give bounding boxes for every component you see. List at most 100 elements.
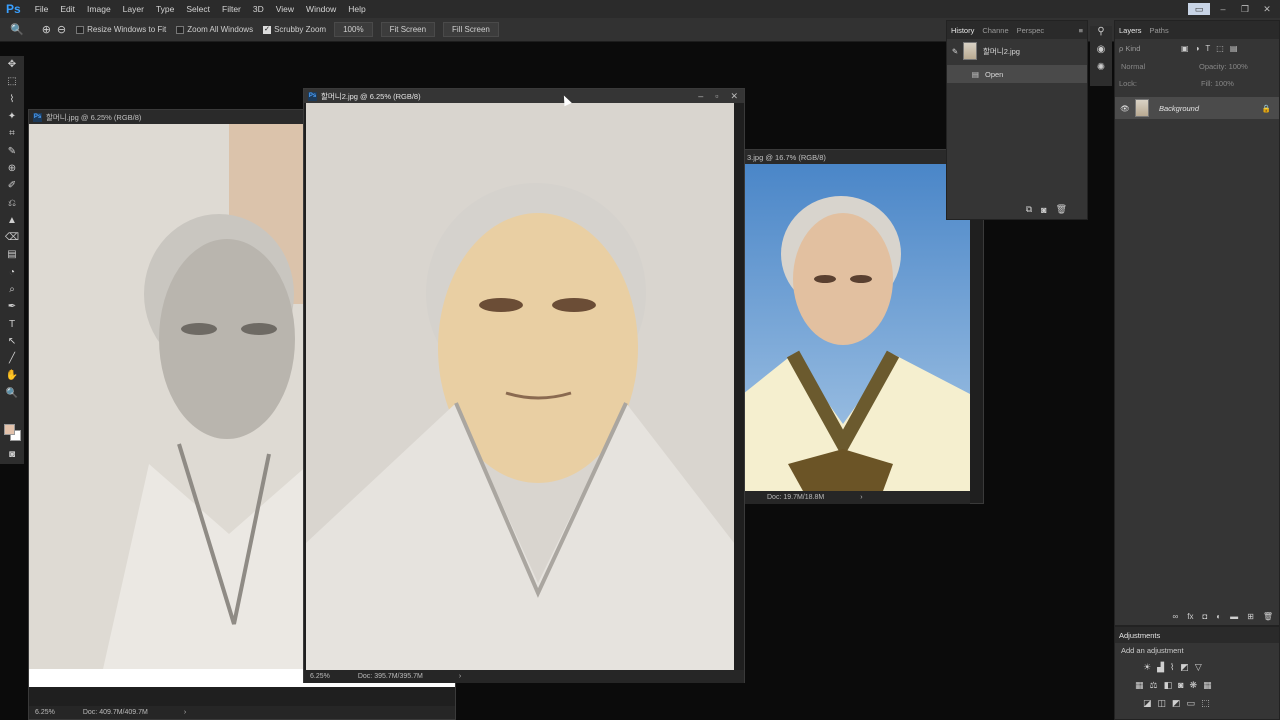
swatches-icon[interactable]: ◉ <box>1090 44 1112 62</box>
menu-help[interactable]: Help <box>342 4 371 14</box>
zoom-level[interactable]: 6.25% <box>35 709 55 716</box>
adjustment-layer-icon[interactable]: ◐ <box>1216 612 1221 621</box>
layer-row[interactable]: 👁 Background 🔒 <box>1115 97 1279 119</box>
quick-mask-icon[interactable]: ◙ <box>0 446 24 463</box>
black-white-icon[interactable]: ◧ <box>1164 680 1173 691</box>
selective-color-icon[interactable]: ⬚ <box>1201 698 1210 709</box>
menu-window[interactable]: Window <box>300 4 342 14</box>
blur-tool-icon[interactable]: ◔ <box>0 264 24 281</box>
curves-icon[interactable]: ⌇ <box>1170 662 1174 673</box>
channel-mixer-icon[interactable]: ❋ <box>1190 680 1198 691</box>
marquee-tool-icon[interactable]: ⬚ <box>0 73 24 90</box>
fill-screen-button[interactable]: Fill Screen <box>443 22 499 37</box>
trash-icon[interactable]: 🗑 <box>1056 204 1067 215</box>
fit-screen-button[interactable]: Fit Screen <box>380 22 436 37</box>
vibrance-icon[interactable]: ▽ <box>1195 662 1202 673</box>
properties-icon[interactable]: ⚲ <box>1090 26 1112 44</box>
close-icon[interactable]: ✕ <box>730 91 738 102</box>
menu-layer[interactable]: Layer <box>117 4 150 14</box>
delete-layer-icon[interactable]: 🗑 <box>1263 612 1273 621</box>
color-lookup-icon[interactable]: ▦ <box>1203 680 1212 691</box>
eraser-icon[interactable]: ⌫ <box>0 229 24 246</box>
history-brush-source-icon[interactable]: ✎ <box>947 47 963 56</box>
zoom-100-button[interactable]: 100% <box>334 22 373 37</box>
history-brush-icon[interactable]: ▲ <box>0 212 24 229</box>
brightness-contrast-icon[interactable]: ☀ <box>1143 662 1151 673</box>
lasso-tool-icon[interactable]: ⌇ <box>0 91 24 108</box>
menu-file[interactable]: File <box>29 4 55 14</box>
tab-perspective[interactable]: Perspec <box>1013 26 1049 35</box>
new-layer-icon[interactable]: ⊞ <box>1247 612 1254 621</box>
menu-select[interactable]: Select <box>180 4 216 14</box>
zoom-in-icon[interactable]: ⊕ <box>42 23 51 36</box>
levels-icon[interactable]: ▟ <box>1157 662 1164 673</box>
group-folder-icon[interactable]: ▬ <box>1230 612 1238 621</box>
zoom-out-icon[interactable]: ⊖ <box>57 23 66 36</box>
path-selection-icon[interactable]: ↖ <box>0 333 24 350</box>
layer-mask-icon[interactable]: ◘ <box>1202 612 1207 621</box>
clone-stamp-icon[interactable]: ⎌ <box>0 194 24 211</box>
status-arrow-icon[interactable]: › <box>184 709 186 716</box>
tab-paths[interactable]: Paths <box>1146 26 1173 35</box>
blend-mode-dropdown[interactable]: Normal <box>1121 62 1199 71</box>
opacity-field[interactable]: Opacity: 100% <box>1199 62 1248 71</box>
layer-style-icon[interactable]: fx <box>1187 612 1193 621</box>
zoom-all-windows-checkbox[interactable]: Zoom All Windows <box>176 25 253 34</box>
workspace-icon[interactable]: ▭ <box>1188 3 1210 15</box>
menu-image[interactable]: Image <box>81 4 117 14</box>
brush-tool-icon[interactable]: ✐ <box>0 177 24 194</box>
invert-icon[interactable]: ◪ <box>1143 698 1152 709</box>
document-title-bar[interactable]: Ps 할머니2.jpg @ 6.25% (RGB/8) – ▫ ✕ <box>304 89 744 103</box>
line-tool-icon[interactable]: ╱ <box>0 350 24 367</box>
history-snapshot[interactable]: ✎ 할머니2.jpg <box>947 39 1087 63</box>
fill-field[interactable]: Fill: 100% <box>1201 79 1234 88</box>
exposure-icon[interactable]: ◩ <box>1180 662 1189 673</box>
minimize-icon[interactable]: – <box>698 91 703 101</box>
gradient-tool-icon[interactable]: ▤ <box>0 246 24 263</box>
menu-type[interactable]: Type <box>150 4 180 14</box>
link-layers-icon[interactable]: ∞ <box>1173 612 1179 621</box>
type-tool-icon[interactable]: T <box>0 315 24 332</box>
pen-tool-icon[interactable]: ✒ <box>0 298 24 315</box>
color-balance-icon[interactable]: ⚖ <box>1150 680 1158 691</box>
snapshot-camera-icon[interactable]: ◙ <box>1041 205 1046 215</box>
shape-filter-icon[interactable]: ⬚ <box>1216 44 1224 53</box>
visibility-eye-icon[interactable]: 👁 <box>1115 104 1135 113</box>
menu-filter[interactable]: Filter <box>216 4 247 14</box>
tab-adjustments[interactable]: Adjustments <box>1115 631 1164 640</box>
new-document-from-state-icon[interactable]: ⧉ <box>1026 204 1032 215</box>
healing-brush-icon[interactable]: ⊕ <box>0 160 24 177</box>
threshold-icon[interactable]: ◩ <box>1172 698 1181 709</box>
resize-windows-checkbox[interactable]: Resize Windows to Fit <box>76 25 166 34</box>
kind-filter-dropdown[interactable]: ρ Kind <box>1119 44 1181 53</box>
foreground-color-swatch[interactable] <box>4 424 15 435</box>
eyedropper-icon[interactable]: ✎ <box>0 142 24 159</box>
document-window-center[interactable]: Ps 할머니2.jpg @ 6.25% (RGB/8) – ▫ ✕ 6.25% … <box>303 88 745 683</box>
type-filter-icon[interactable]: T <box>1205 44 1210 53</box>
menu-view[interactable]: View <box>270 4 300 14</box>
panel-menu-icon[interactable]: ≡ <box>1079 26 1087 35</box>
move-tool-icon[interactable]: ✥ <box>0 56 24 73</box>
hand-tool-icon[interactable]: ✋ <box>0 367 24 384</box>
magic-wand-icon[interactable]: ✦ <box>0 108 24 125</box>
hue-saturation-icon[interactable]: ▦ <box>1135 680 1144 691</box>
close-button[interactable]: ✕ <box>1258 3 1276 15</box>
gradient-map-icon[interactable]: ▭ <box>1187 698 1196 709</box>
photo-filter-icon[interactable]: ◙ <box>1178 680 1183 690</box>
status-arrow-icon[interactable]: › <box>860 494 862 501</box>
tab-channels[interactable]: Channe <box>978 26 1012 35</box>
menu-3d[interactable]: 3D <box>247 4 270 14</box>
layer-name[interactable]: Background <box>1159 104 1199 113</box>
dodge-tool-icon[interactable]: ⌕ <box>0 281 24 298</box>
tab-layers[interactable]: Layers <box>1115 26 1146 35</box>
status-arrow-icon[interactable]: › <box>459 673 461 680</box>
document-canvas[interactable] <box>743 164 970 491</box>
menu-edit[interactable]: Edit <box>54 4 81 14</box>
scrubby-zoom-checkbox[interactable]: ✓ Scrubby Zoom <box>263 25 326 34</box>
posterize-icon[interactable]: ◫ <box>1158 698 1167 709</box>
smart-object-filter-icon[interactable]: ▤ <box>1230 44 1238 53</box>
document-canvas[interactable] <box>306 103 734 670</box>
zoom-tool-icon[interactable]: 🔍 <box>10 23 24 36</box>
restore-button[interactable]: ❐ <box>1236 3 1254 15</box>
brush-settings-icon[interactable]: ✺ <box>1090 62 1112 80</box>
